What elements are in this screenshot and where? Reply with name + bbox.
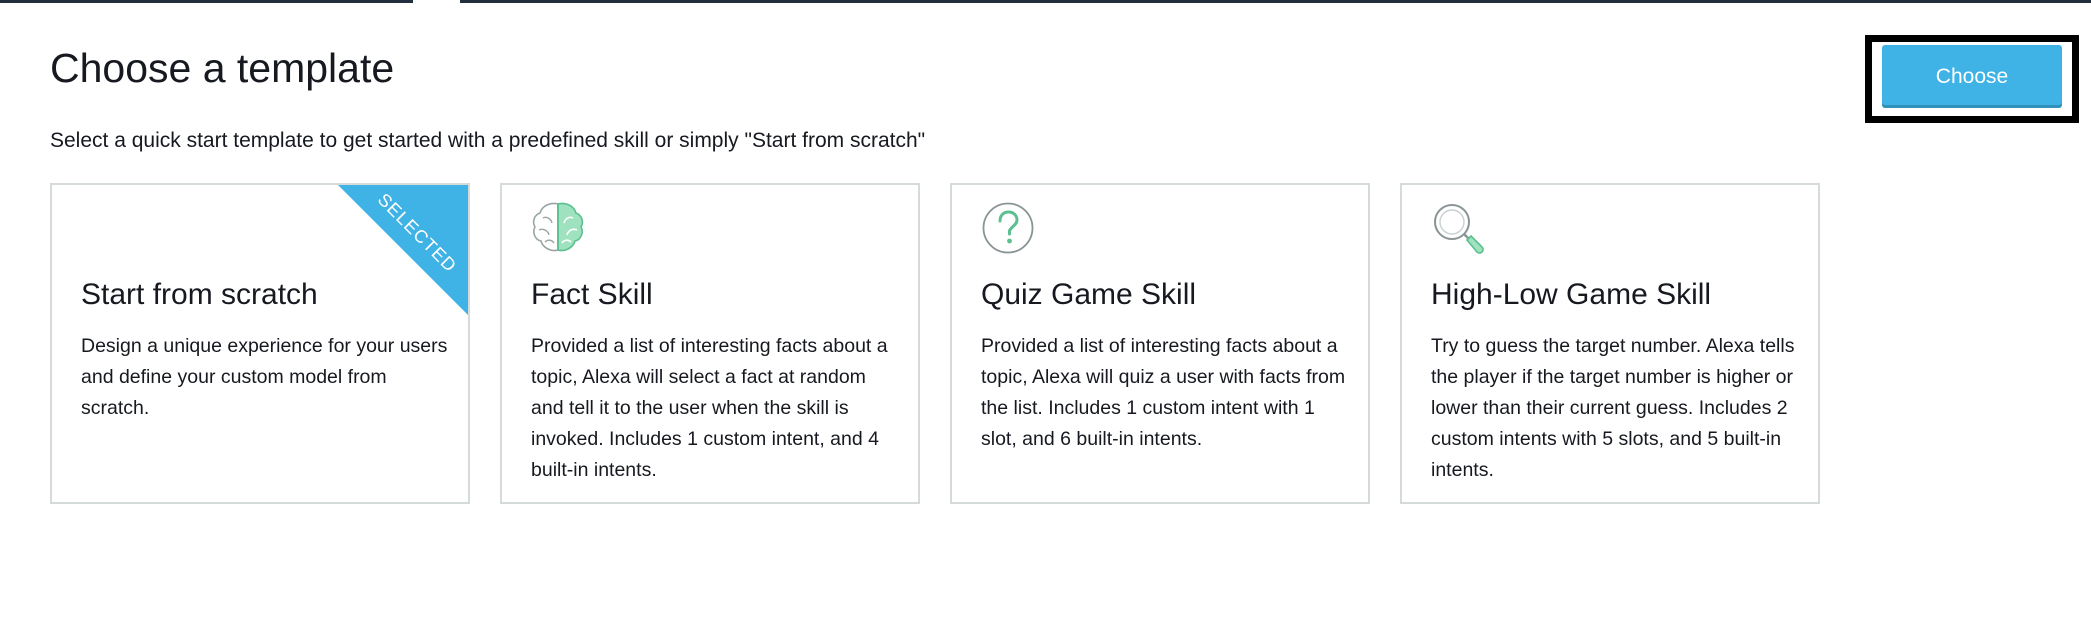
template-card-fact-skill[interactable]: Fact Skill Provided a list of interestin… xyxy=(500,183,920,504)
brain-icon xyxy=(530,200,586,256)
template-card-high-low-game-skill[interactable]: High-Low Game Skill Try to guess the tar… xyxy=(1400,183,1820,504)
template-card-start-from-scratch[interactable]: SELECTED Start from scratch Design a uni… xyxy=(50,183,470,504)
choose-button[interactable]: Choose xyxy=(1882,45,2062,108)
card-title: Quiz Game Skill xyxy=(981,278,1197,311)
selected-ribbon: SELECTED xyxy=(338,185,468,315)
card-description: Design a unique experience for your user… xyxy=(81,335,448,419)
question-mark-icon xyxy=(980,200,1036,256)
page-title: Choose a template xyxy=(50,45,395,91)
top-rule-left xyxy=(0,0,413,3)
page-subtitle: Select a quick start template to get sta… xyxy=(50,129,926,152)
card-title: Fact Skill xyxy=(531,278,653,311)
magnifier-icon xyxy=(1430,200,1486,256)
card-description: Try to guess the target number. Alexa te… xyxy=(1431,335,1795,481)
card-title: High-Low Game Skill xyxy=(1431,278,1712,311)
card-title: Start from scratch xyxy=(81,278,318,311)
card-description: Provided a list of interesting facts abo… xyxy=(981,335,1346,450)
top-rule-right xyxy=(460,0,2091,3)
template-card-quiz-game-skill[interactable]: Quiz Game Skill Provided a list of inter… xyxy=(950,183,1370,504)
card-description: Provided a list of interesting facts abo… xyxy=(531,335,888,481)
